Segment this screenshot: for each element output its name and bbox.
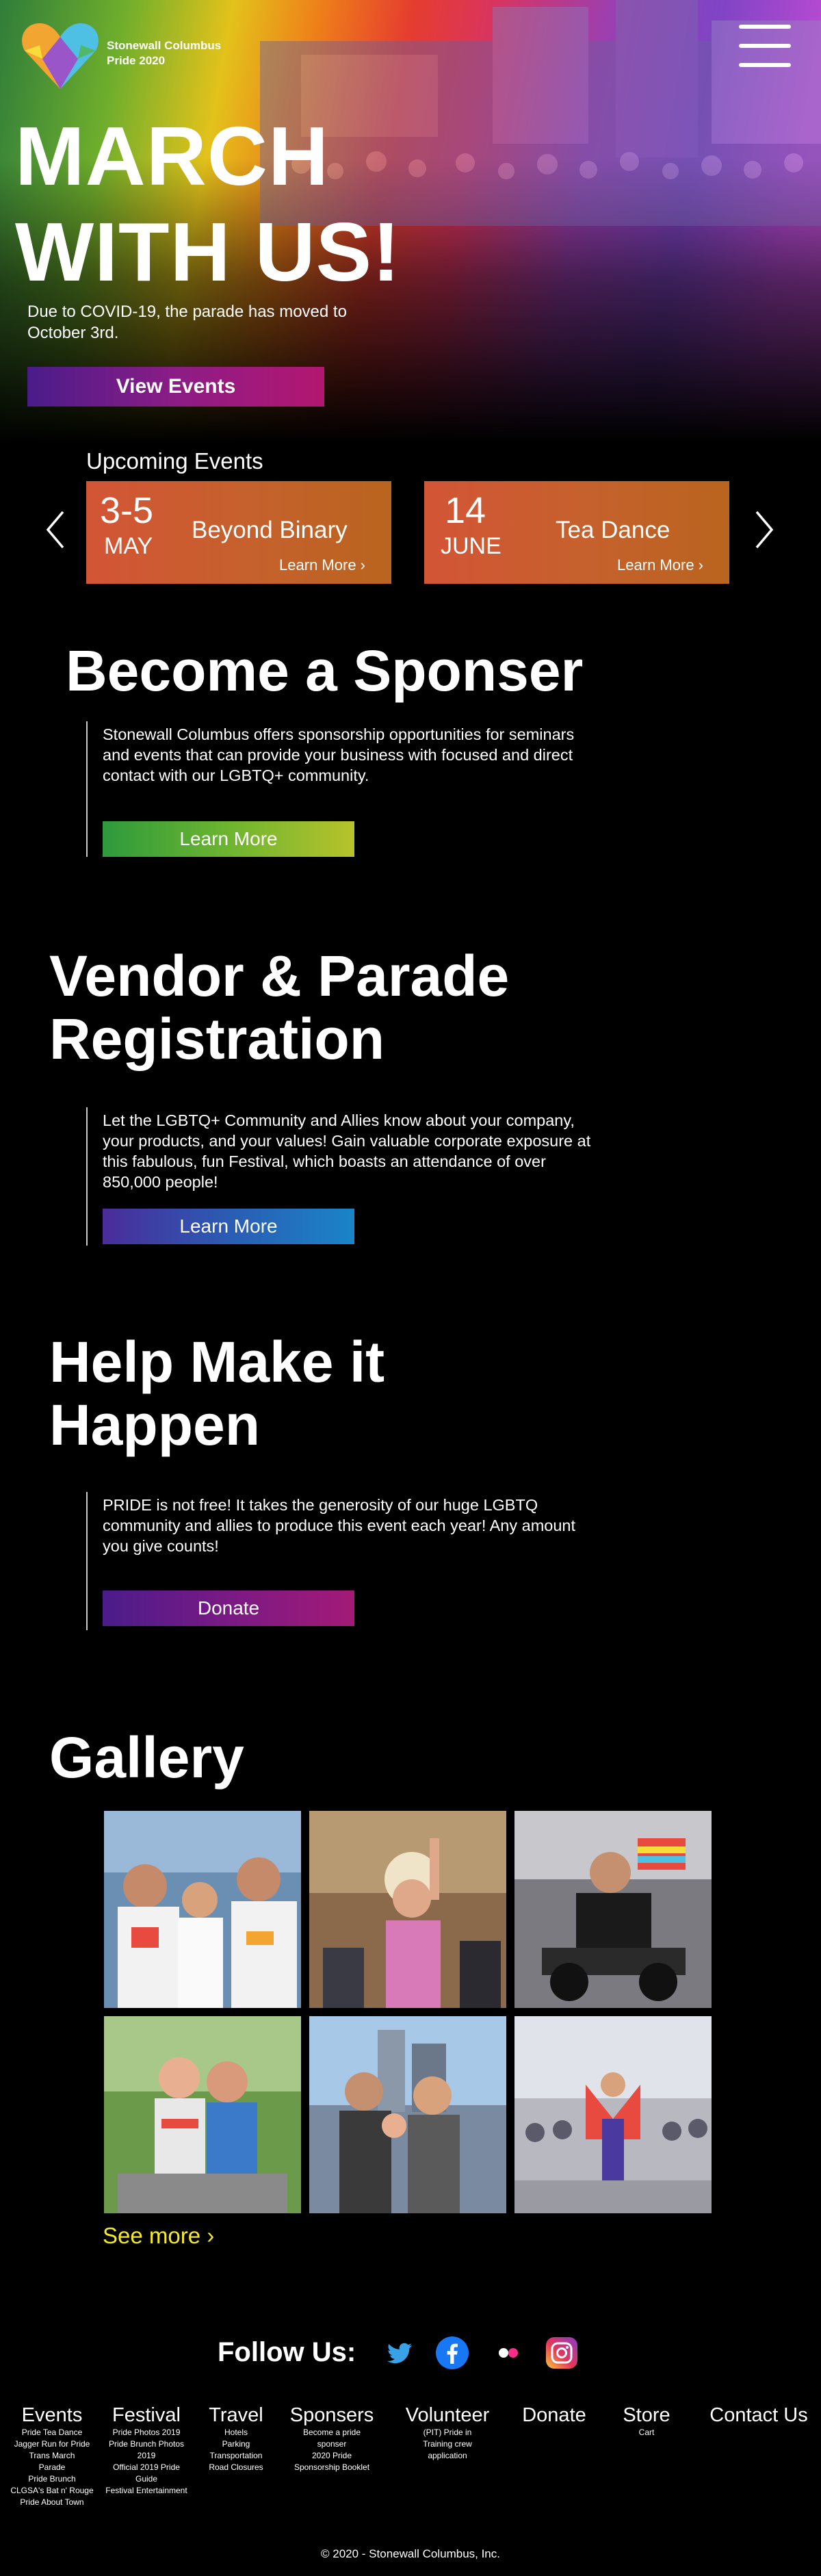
footer-col-volunteer: Volunteer (PIT) Pride in Training crew a… — [395, 2404, 499, 2462]
gallery-photo-4[interactable] — [104, 2016, 301, 2213]
vendor-title-line-1: Vendor & Parade — [49, 944, 510, 1008]
footer-col-contact: Contact Us — [701, 2404, 817, 2427]
chevron-right-icon[interactable] — [754, 509, 774, 550]
footer-col-festival: Festival Pride Photos 2019 Pride Brunch … — [104, 2404, 189, 2497]
see-more-link[interactable]: See more › — [103, 2223, 214, 2249]
vendor-title-line-2: Registration — [49, 1007, 385, 1071]
footer-link[interactable]: Trans March — [10, 2450, 94, 2462]
event-learn-more-link[interactable]: Learn More › — [279, 556, 365, 574]
event-learn-more-link[interactable]: Learn More › — [617, 556, 703, 574]
hero-subtitle: Due to COVID-19, the parade has moved to… — [27, 302, 347, 342]
footer-col-sponsers: Sponsers Become a pride sponser 2020 Pri… — [283, 2404, 380, 2473]
footer-col-title[interactable]: Contact Us — [701, 2404, 817, 2427]
gallery-photo-3[interactable] — [514, 1811, 712, 2008]
footer-link[interactable]: Become a pride sponser — [283, 2427, 380, 2450]
footer-col-title[interactable]: Travel — [198, 2404, 274, 2427]
footer-col-title[interactable]: Events — [10, 2404, 94, 2427]
upcoming-events-heading: Upcoming Events — [86, 448, 263, 474]
help-text: PRIDE is not free! It takes the generosi… — [103, 1496, 576, 1555]
footer-link[interactable]: Parking — [198, 2438, 274, 2450]
vendor-learn-more-button[interactable]: Learn More — [103, 1209, 354, 1244]
hero-title: MARCH WITH US! — [15, 108, 401, 300]
sponsor-learn-more-button[interactable]: Learn More — [103, 821, 354, 857]
footer-link[interactable]: Pride About Town — [10, 2497, 94, 2508]
footer-col-title[interactable]: Donate — [512, 2404, 597, 2427]
footer-link[interactable]: 2020 Pride Sponsorship Booklet — [283, 2450, 380, 2473]
footer-link[interactable]: Jagger Run for Pride — [10, 2438, 94, 2450]
help-title-line-2: Happen — [49, 1393, 261, 1457]
event-name: Beyond Binary — [192, 517, 348, 543]
instagram-icon[interactable] — [545, 2336, 579, 2370]
gallery-photo-1[interactable] — [104, 1811, 301, 2008]
event-month: MAY — [104, 533, 153, 559]
flickr-icon[interactable] — [491, 2336, 525, 2370]
footer-col-events: Events Pride Tea Dance Jagger Run for Pr… — [10, 2404, 94, 2508]
brand-line-1: Stonewall Columbus — [107, 39, 222, 52]
copyright: © 2020 - Stonewall Columbus, Inc. — [321, 2547, 500, 2560]
footer-link[interactable]: Cart — [609, 2427, 684, 2438]
chevron-left-icon[interactable] — [45, 509, 66, 550]
gallery-photo-6[interactable] — [514, 2016, 712, 2213]
twitter-icon[interactable] — [383, 2336, 417, 2370]
footer-link[interactable]: Road Closures — [198, 2462, 274, 2473]
facebook-icon[interactable] — [435, 2336, 469, 2370]
footer-link[interactable]: Hotels — [198, 2427, 274, 2438]
menu-icon[interactable] — [739, 25, 791, 68]
sponsor-title: Become a Sponser — [66, 639, 584, 703]
gallery-photo-2[interactable] — [309, 1811, 506, 2008]
pride-heart-logo[interactable] — [19, 18, 101, 93]
vendor-text: Let the LGBTQ+ Community and Allies know… — [103, 1111, 591, 1191]
footer-link[interactable]: Pride Tea Dance — [10, 2427, 94, 2438]
vendor-title: Vendor & Parade Registration — [49, 944, 509, 1070]
help-title-line-1: Help Make it — [49, 1330, 385, 1394]
event-date: 3-5 — [100, 490, 154, 531]
footer-link[interactable]: Transportation — [198, 2450, 274, 2462]
view-events-button[interactable]: View Events — [27, 367, 324, 407]
gallery-photo-5[interactable] — [309, 2016, 506, 2213]
brand-line-2: Pride 2020 — [107, 54, 166, 67]
help-title: Help Make it Happen — [49, 1330, 385, 1456]
sponsor-text: Stonewall Columbus offers sponsorship op… — [103, 725, 575, 784]
footer-link[interactable]: Official 2019 Pride Guide — [104, 2462, 189, 2485]
brand-name[interactable]: Stonewall Columbus Pride 2020 — [107, 38, 221, 68]
hero-title-line-2: WITH US! — [15, 205, 401, 298]
footer-col-title[interactable]: Festival — [104, 2404, 189, 2427]
footer-col-donate: Donate — [512, 2404, 597, 2427]
footer-link[interactable]: Parade — [10, 2462, 94, 2473]
footer-link[interactable]: Festival Entertainment — [104, 2485, 189, 2497]
footer-col-title[interactable]: Volunteer — [395, 2404, 499, 2427]
event-card-tea-dance[interactable]: 14 JUNE Tea Dance Learn More › — [424, 481, 729, 584]
footer-link[interactable]: (PIT) Pride in Training crew application — [395, 2427, 499, 2462]
footer-link[interactable]: Pride Brunch Photos 2019 — [104, 2438, 189, 2462]
footer-col-title[interactable]: Sponsers — [283, 2404, 380, 2427]
footer-col-store: Store Cart — [609, 2404, 684, 2438]
follow-us-label: Follow Us: — [218, 2337, 356, 2367]
hero-title-line-1: MARCH — [15, 110, 330, 203]
footer-col-title[interactable]: Store — [609, 2404, 684, 2427]
donate-button[interactable]: Donate — [103, 1590, 354, 1626]
footer-link[interactable]: CLGSA's Bat n' Rouge — [10, 2485, 94, 2497]
footer-link[interactable]: Pride Photos 2019 — [104, 2427, 189, 2438]
footer-link[interactable]: Pride Brunch — [10, 2473, 94, 2485]
event-name: Tea Dance — [556, 517, 670, 543]
event-date: 14 — [445, 490, 486, 531]
gallery-title: Gallery — [49, 1725, 244, 1790]
footer-col-travel: Travel Hotels Parking Transportation Roa… — [198, 2404, 274, 2473]
event-month: JUNE — [441, 533, 501, 559]
event-card-beyond-binary[interactable]: 3-5 MAY Beyond Binary Learn More › — [86, 481, 391, 584]
